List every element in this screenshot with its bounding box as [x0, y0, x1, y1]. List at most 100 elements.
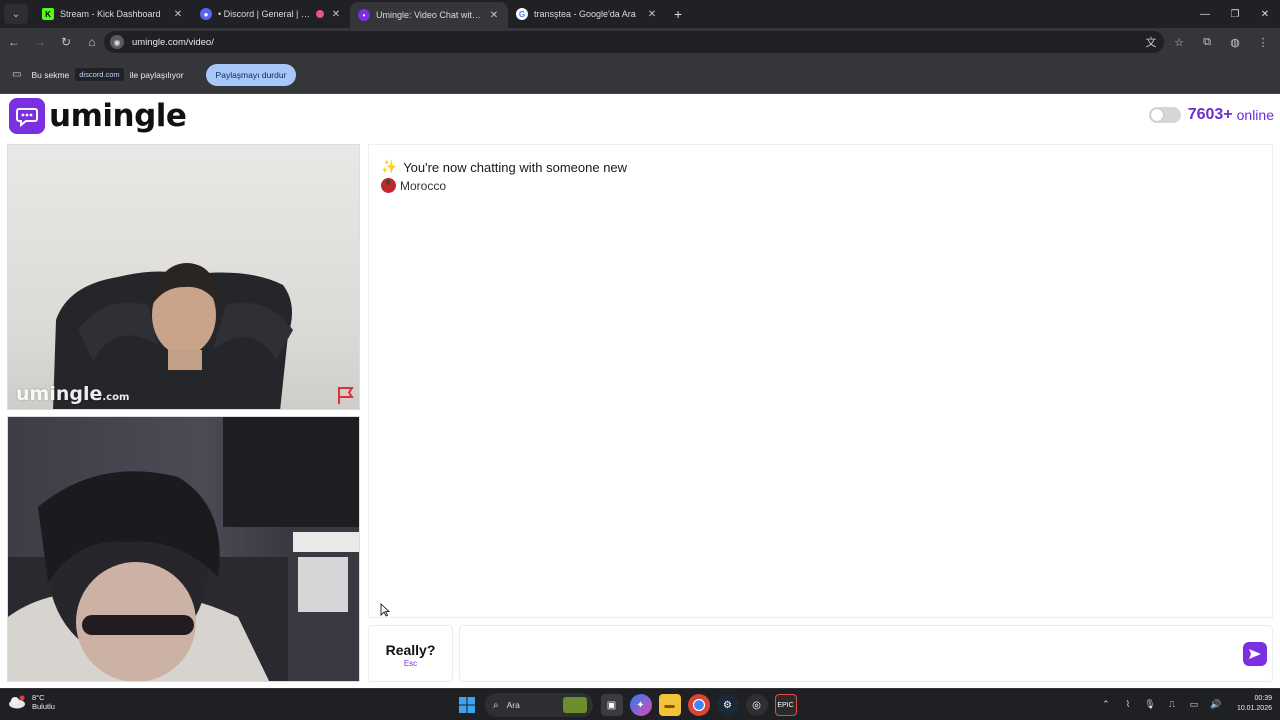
tab-sharing-bar: ▭ Bu sekme discord.com ile paylaşılıyor … — [0, 56, 1280, 94]
mouse-cursor-icon — [380, 603, 390, 617]
chat-bubble-icon — [9, 98, 45, 134]
tab-close-icon[interactable]: ✕ — [172, 9, 184, 20]
system-message-text: You're now chatting with someone new — [403, 159, 628, 175]
clock-time: 00:39 — [1254, 695, 1272, 702]
home-icon[interactable]: ⌂ — [80, 30, 104, 54]
tab-discord[interactable]: ● • Discord | General | Barış G ✕ — [192, 0, 350, 28]
task-view-icon[interactable]: ▣ — [600, 694, 623, 716]
windows-start-icon[interactable] — [456, 694, 478, 716]
tab-kick[interactable]: K Stream - Kick Dashboard ✕ — [34, 0, 192, 28]
stranger-video: umingle.com — [7, 144, 360, 410]
tab-search-button[interactable]: ⌄ — [4, 4, 28, 24]
theme-toggle[interactable] — [1148, 107, 1181, 123]
tray-overflow-chevron-icon[interactable]: ⌃ — [1097, 693, 1115, 715]
taskbar-search[interactable]: ⌕ Ara — [485, 693, 593, 717]
self-video — [7, 416, 360, 682]
chat-controls: Really? Esc — [368, 625, 1273, 682]
share-prefix: Bu sekme — [31, 69, 70, 80]
weather-desc: Bulutlu — [32, 702, 55, 711]
online-label: online — [1236, 107, 1274, 123]
translate-icon[interactable]: 文 — [1140, 31, 1162, 53]
tab-google[interactable]: G transştea - Google'da Ara ✕ — [508, 0, 666, 28]
window-close-icon[interactable]: ✕ — [1250, 0, 1280, 28]
send-arrow-icon — [1249, 649, 1261, 659]
umingle-logo[interactable]: umingle — [9, 98, 187, 134]
taskbar-apps: ⌕ Ara ▣ ✦ ▬ ⚙ ◎ EPIC — [452, 693, 800, 717]
skip-button[interactable]: Really? Esc — [368, 625, 453, 682]
tab-title: • Discord | General | Barış G — [218, 9, 312, 19]
search-icon: ⌕ — [493, 699, 499, 711]
self-video-frame — [8, 417, 359, 681]
minimize-icon[interactable]: — — [1190, 0, 1220, 28]
recording-indicator-icon — [316, 10, 324, 18]
country-name: Morocco — [400, 178, 447, 193]
search-highlight-icon — [563, 697, 587, 713]
umingle-icon: • — [358, 9, 370, 21]
umingle-watermark: umingle.com — [16, 383, 129, 405]
send-button[interactable] — [1243, 642, 1267, 666]
back-arrow-icon[interactable]: ← — [2, 30, 26, 54]
tab-umingle[interactable]: • Umingle: Video Chat with S ✕ — [350, 2, 508, 28]
address-bar[interactable]: ◉ umingle.com/video/ — [104, 31, 1164, 53]
copilot-icon[interactable]: ✦ — [629, 694, 652, 716]
morocco-flag-icon — [381, 177, 396, 193]
browser-toolbar: ← → ↻ ⌂ ◉ umingle.com/video/ 文 ☆ ⧉ ◍ ⋮ — [0, 28, 1280, 56]
skip-shortcut-hint: Esc — [403, 659, 418, 668]
profile-icon[interactable]: ◍ — [1224, 31, 1246, 53]
online-count: 7603+ — [1187, 106, 1233, 123]
obs-icon[interactable]: ◎ — [745, 694, 768, 716]
system-tray: ⌃ ⌇ 🎙 ⎍ ▭ 🔊 00:39 10.01.2026 — [1093, 693, 1272, 715]
site-info-icon[interactable]: ◉ — [110, 35, 124, 49]
speaker-settings-icon[interactable]: ⎍ — [1163, 693, 1181, 715]
forward-arrow-icon[interactable]: → — [28, 30, 52, 54]
toolbar-actions: 文 ☆ ⧉ ◍ ⋮ — [1134, 31, 1274, 53]
tab-title: Stream - Kick Dashboard — [60, 9, 161, 19]
google-icon: G — [516, 8, 528, 20]
stranger-video-frame — [53, 263, 293, 409]
stop-sharing-button[interactable]: Paylaşmayı durdur — [205, 63, 297, 86]
online-counter: 7603+ online — [1148, 106, 1274, 124]
system-message: ✨ You're now chatting with someone new — [381, 159, 627, 175]
reload-icon[interactable]: ↻ — [54, 30, 78, 54]
browser-menu-icon[interactable]: ⋮ — [1252, 31, 1274, 53]
report-flag-icon[interactable] — [335, 385, 355, 405]
tab-close-icon[interactable]: ✕ — [646, 9, 658, 20]
bookmark-star-icon[interactable]: ☆ — [1168, 31, 1190, 53]
volume-icon[interactable]: 🔊 — [1207, 693, 1225, 715]
microphone-icon[interactable]: 🎙 — [1141, 693, 1159, 715]
message-input[interactable] — [466, 634, 1226, 674]
watermark-main: umingle — [16, 383, 103, 405]
epic-games-icon[interactable]: EPIC — [774, 694, 797, 716]
weather-widget[interactable]: 8°C Bulutlu — [8, 693, 55, 711]
chrome-icon[interactable] — [687, 694, 710, 716]
file-explorer-icon[interactable]: ▬ — [658, 694, 681, 716]
skip-button-label: Really? — [385, 642, 436, 658]
monitor-icon[interactable]: ▭ — [1185, 693, 1203, 715]
maximize-icon[interactable]: ❐ — [1220, 0, 1250, 28]
tab-close-icon[interactable]: ✕ — [330, 9, 342, 20]
taskbar-search-label: Ara — [506, 700, 520, 710]
browser-tab-strip: ⌄ K Stream - Kick Dashboard ✕ ● • Discor… — [0, 0, 1280, 28]
tab-close-icon[interactable]: ✕ — [488, 10, 500, 21]
extensions-icon[interactable]: ⧉ — [1196, 31, 1218, 53]
url-text[interactable]: umingle.com/video/ — [132, 37, 214, 48]
new-tab-plus-icon[interactable]: + — [674, 6, 682, 22]
discord-icon: ● — [200, 8, 212, 20]
tab-title: Umingle: Video Chat with S — [376, 10, 482, 20]
message-box — [459, 625, 1273, 682]
system-clock[interactable]: 00:39 10.01.2026 — [1237, 694, 1272, 714]
chat-log: ✨ You're now chatting with someone new M… — [368, 144, 1273, 618]
brand-name: umingle — [49, 98, 187, 134]
network-icon[interactable]: ⌇ — [1119, 693, 1137, 715]
window-controls: — ❐ ✕ — [1190, 0, 1280, 28]
screen-share-icon: ▭ — [12, 69, 22, 80]
weather-temp: 8°C — [32, 693, 45, 702]
clock-date: 10.01.2026 — [1236, 705, 1272, 712]
steam-icon[interactable]: ⚙ — [716, 694, 739, 716]
kick-icon: K — [42, 8, 54, 20]
weather-cloud-icon — [9, 695, 25, 709]
share-domain: discord.com — [75, 68, 124, 81]
tab-title: transştea - Google'da Ara — [534, 9, 636, 19]
stranger-country: Morocco — [381, 177, 447, 193]
windows-taskbar: 8°C Bulutlu ⌕ Ara ▣ ✦ ▬ ⚙ ◎ EPIC ⌃ ⌇ 🎙 ⎍… — [0, 688, 1280, 720]
